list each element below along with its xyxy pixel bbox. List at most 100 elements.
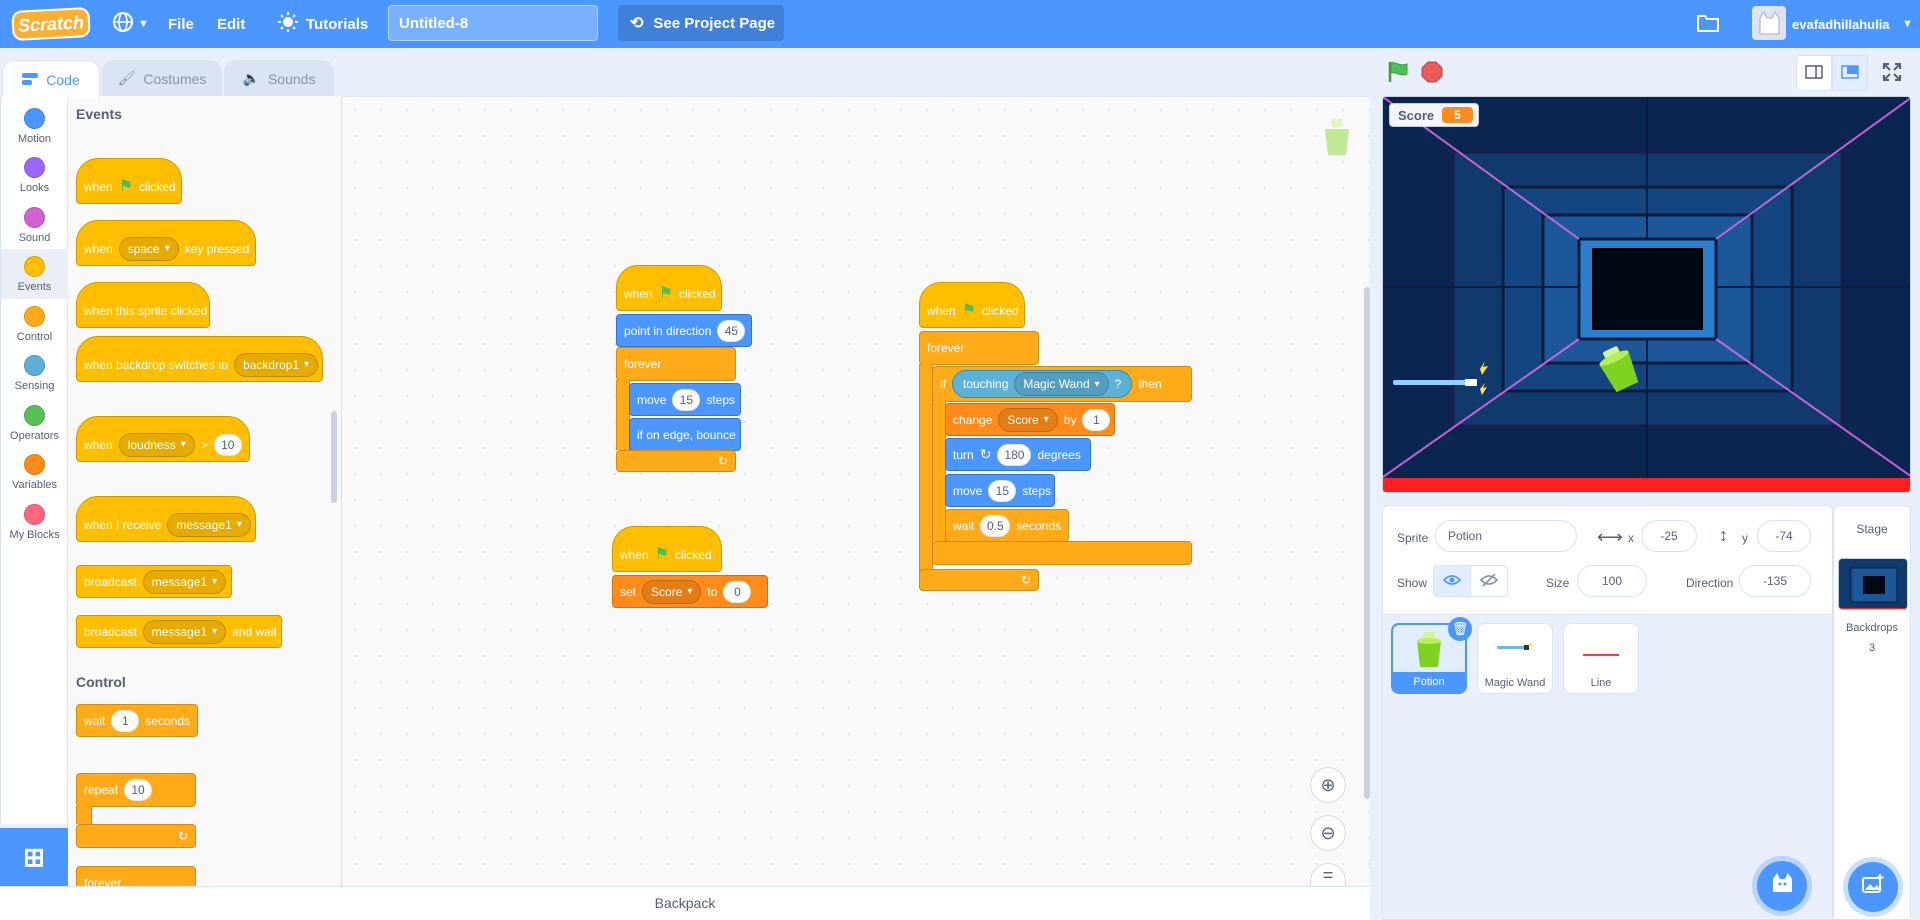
scratch-logo[interactable]: Scratch: [11, 6, 91, 42]
script1-when-flag-clicked[interactable]: when ⚑ clicked: [616, 265, 722, 311]
stop-button[interactable]: [1414, 55, 1450, 91]
script3-forever[interactable]: forever: [919, 331, 1039, 365]
script1-move-steps[interactable]: move 15 steps: [629, 383, 741, 416]
number-input[interactable]: 10: [124, 779, 153, 801]
backdrop-thumbnail[interactable]: [1838, 558, 1908, 610]
script3-wait-seconds[interactable]: wait 0.5 seconds: [945, 509, 1069, 542]
category-operators[interactable]: Operators: [1, 398, 68, 448]
tab-code[interactable]: Code: [2, 60, 100, 98]
number-input[interactable]: 1: [111, 709, 140, 732]
block-wait-seconds[interactable]: wait 1 seconds: [76, 704, 198, 737]
script-workspace[interactable]: when ⚑ clicked point in direction 45 foreve…: [342, 96, 1370, 887]
choose-backdrop-button[interactable]: [1848, 862, 1898, 912]
category-sensing[interactable]: Sensing: [1, 348, 68, 398]
block-broadcast[interactable]: broadcast message1: [76, 565, 232, 598]
block-forever[interactable]: forever: [76, 866, 196, 886]
block-broadcast-and-wait[interactable]: broadcast message1 and wait: [76, 615, 282, 648]
block-when-backdrop-switches[interactable]: when backdrop switches to backdrop1: [76, 336, 323, 382]
tutorials-menu[interactable]: Tutorials: [278, 0, 368, 48]
block-when-flag-clicked[interactable]: when ⚑ clicked: [76, 158, 182, 204]
show-visible-button[interactable]: [1433, 565, 1471, 597]
block-repeat[interactable]: repeat 10: [76, 773, 196, 807]
my-stuff-folder-icon[interactable]: [1696, 12, 1720, 37]
y-input[interactable]: -74: [1757, 520, 1811, 552]
value-input[interactable]: 1: [1082, 408, 1111, 431]
direction-input[interactable]: 45: [717, 319, 746, 342]
choose-sprite-button[interactable]: [1757, 861, 1807, 911]
account-chevron-icon[interactable]: ▼: [1902, 0, 1913, 48]
backdrop-dropdown[interactable]: backdrop1: [234, 352, 319, 377]
sensor-dropdown[interactable]: loudness: [118, 432, 195, 457]
variable-dropdown[interactable]: Score: [998, 407, 1058, 432]
project-title-input[interactable]: [388, 5, 598, 41]
touching-target-dropdown[interactable]: Magic Wand: [1014, 372, 1109, 396]
script3-when-flag-clicked[interactable]: when ⚑ clicked: [919, 282, 1025, 328]
sprite-name-input[interactable]: [1435, 520, 1577, 552]
direction-input[interactable]: -135: [1739, 565, 1811, 597]
script2-set-variable[interactable]: set Scoreto 0: [612, 575, 768, 608]
script3-change-variable[interactable]: change Scoreby 1: [945, 403, 1115, 436]
block-text: to: [707, 584, 718, 599]
degrees-input[interactable]: 180: [997, 443, 1032, 466]
category-looks[interactable]: Looks: [1, 150, 68, 200]
script1-forever[interactable]: forever: [616, 347, 736, 381]
fullscreen-button[interactable]: [1874, 55, 1910, 91]
stage-target-panel[interactable]: Stage Backdrops 3: [1833, 505, 1911, 920]
script1-if-on-edge-bounce[interactable]: if on edge, bounce: [629, 418, 741, 451]
variable-dropdown[interactable]: Score: [642, 579, 702, 604]
large-stage-button[interactable]: [1832, 55, 1868, 91]
script3-move-steps[interactable]: move 15 steps: [945, 474, 1055, 507]
see-project-page-button[interactable]: ⟲ See Project Page: [618, 5, 784, 41]
x-input[interactable]: -25: [1641, 520, 1697, 552]
backpack[interactable]: Backpack: [0, 886, 1370, 920]
script3-if-touching[interactable]: if touching Magic Wand ? then: [932, 366, 1192, 402]
username[interactable]: evafadhillahulia: [1792, 0, 1890, 48]
script1-point-in-direction[interactable]: point in direction 45: [616, 314, 752, 347]
file-menu[interactable]: File: [168, 0, 194, 48]
current-sprite-thumbnail: [1320, 117, 1354, 162]
touching-condition[interactable]: touching Magic Wand ?: [952, 370, 1133, 398]
stage-canvas[interactable]: Score 5: [1382, 96, 1911, 493]
message-dropdown[interactable]: message1: [167, 512, 251, 537]
add-extension-button[interactable]: ⊞: [0, 828, 68, 886]
zoom-out-button[interactable]: ⊖: [1310, 815, 1346, 851]
block-when-sprite-clicked[interactable]: when this sprite clicked: [76, 282, 210, 328]
message-dropdown[interactable]: message1: [142, 569, 227, 594]
palette-scrollbar[interactable]: [331, 411, 337, 503]
avatar[interactable]: [1752, 6, 1786, 40]
steps-input[interactable]: 15: [988, 479, 1017, 502]
script3-turn-degrees[interactable]: turn ↻ 180 degrees: [945, 438, 1091, 471]
value-input[interactable]: 0: [723, 580, 752, 603]
category-sound[interactable]: Sound: [1, 200, 68, 250]
size-input[interactable]: 100: [1577, 565, 1647, 597]
block-when-loudness[interactable]: when loudness >10: [76, 416, 250, 462]
message-dropdown[interactable]: message1: [142, 619, 227, 644]
delete-sprite-button[interactable]: 🗑: [1448, 617, 1472, 641]
sprite-tile-magic-wand[interactable]: Magic Wand: [1477, 623, 1553, 694]
seconds-input[interactable]: 0.5: [980, 514, 1011, 537]
category-my-blocks[interactable]: My Blocks: [1, 497, 68, 547]
zoom-in-button[interactable]: ⊕: [1310, 767, 1346, 803]
block-when-i-receive[interactable]: when I receive message1: [76, 496, 256, 542]
sprite-tile-line[interactable]: Line: [1563, 623, 1639, 694]
score-monitor[interactable]: Score 5: [1389, 103, 1479, 127]
green-flag-button[interactable]: [1380, 55, 1416, 91]
small-stage-button[interactable]: [1796, 55, 1832, 91]
number-input[interactable]: 10: [213, 433, 242, 456]
workspace-scrollbar[interactable]: [1364, 287, 1370, 799]
tab-sounds[interactable]: 🔈 Sounds: [224, 60, 334, 96]
category-control[interactable]: Control: [1, 299, 68, 349]
category-events[interactable]: Events: [1, 249, 68, 299]
language-menu[interactable]: ▼: [112, 0, 149, 48]
show-hidden-button[interactable]: [1470, 565, 1508, 597]
category-motion[interactable]: Motion: [1, 101, 68, 151]
script2-when-flag-clicked[interactable]: when ⚑ clicked: [612, 526, 722, 572]
tab-costumes[interactable]: 🖌 Costumes: [102, 60, 222, 96]
category-variables[interactable]: Variables: [1, 447, 68, 497]
block-when-key-pressed[interactable]: when space key pressed: [76, 220, 256, 266]
sprite-name: Line: [1590, 677, 1612, 689]
key-dropdown[interactable]: space: [118, 236, 179, 261]
steps-input[interactable]: 15: [672, 388, 701, 411]
zoom-reset-button[interactable]: =: [1310, 863, 1346, 887]
edit-menu[interactable]: Edit: [217, 0, 245, 48]
